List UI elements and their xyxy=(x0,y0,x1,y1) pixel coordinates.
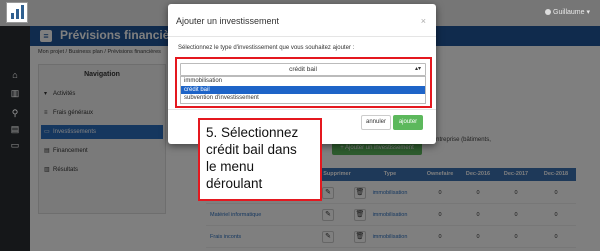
user-menu[interactable]: Guillaume ▾ xyxy=(545,8,590,16)
callout-line: le menu xyxy=(206,159,255,174)
close-icon[interactable]: × xyxy=(421,16,426,26)
callout-line: déroulant xyxy=(206,176,263,191)
app-logo[interactable] xyxy=(6,2,28,23)
user-avatar-icon xyxy=(545,9,552,16)
divider xyxy=(168,109,436,110)
user-name: Guillaume ▾ xyxy=(553,9,590,16)
add-button[interactable]: ajouter xyxy=(393,115,423,130)
dialog-title: Ajouter un investissement xyxy=(176,16,280,26)
callout-line: crédit bail dans xyxy=(206,142,297,157)
investment-type-label: Sélectionnez le type d'investissement qu… xyxy=(178,45,355,51)
instruction-callout: 5. Sélectionnez crédit bail dans le menu… xyxy=(198,118,322,201)
divider xyxy=(168,36,436,37)
modal-backdrop-side xyxy=(0,26,30,251)
callout-line: 5. Sélectionnez xyxy=(206,125,299,140)
highlight-box xyxy=(175,57,432,108)
cancel-button[interactable]: annuler xyxy=(361,115,391,130)
